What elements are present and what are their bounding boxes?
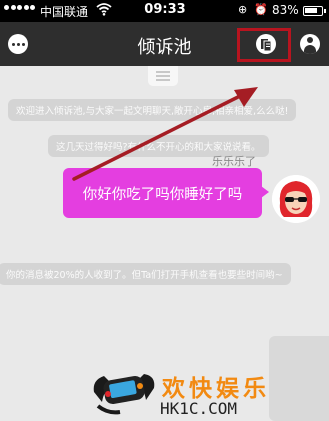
battery-percent: 83% <box>272 3 299 17</box>
document-list-icon[interactable] <box>256 34 276 54</box>
header-bar: 倾诉池 <box>0 22 329 66</box>
status-bar: 中国联通 09:33 ⊕ ⏰ 83% <box>0 0 329 22</box>
watermark-brand-en: HK1C.COM <box>160 399 238 418</box>
gamepad-hands-logo <box>93 374 155 415</box>
rotation-lock-icon: ⊕ <box>238 3 248 16</box>
signal-strength-icon <box>4 5 35 10</box>
alarm-icon: ⏰ <box>254 3 268 16</box>
user-profile-icon[interactable] <box>300 34 320 54</box>
clock: 09:33 <box>144 2 186 17</box>
battery-icon <box>303 6 326 16</box>
side-panel[interactable] <box>269 336 329 421</box>
chat-area: 欢迎进入倾诉池,与大家一起文明聊天,敞开心扉,相亲相爱,么么哒! 这几天过得好吗… <box>0 66 329 421</box>
watermark-brand-cn: 欢快娱乐 <box>162 376 270 402</box>
carrier-name: 中国联通 <box>40 5 89 19</box>
wifi-icon <box>96 3 112 16</box>
